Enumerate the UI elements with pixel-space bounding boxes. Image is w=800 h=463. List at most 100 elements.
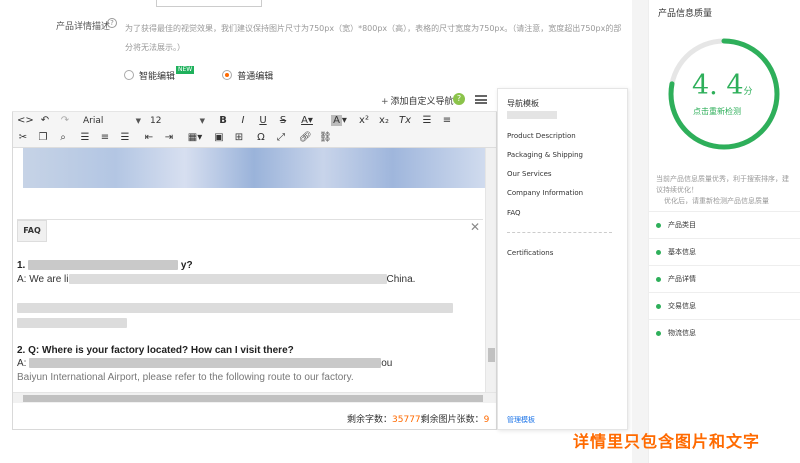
source-code-icon[interactable]: <> <box>17 114 34 128</box>
copy-icon[interactable]: ❐ <box>37 131 49 145</box>
remaining-counter: 剩余字数：35777剩余图片张数：9 <box>347 412 489 425</box>
horizontal-scrollbar[interactable] <box>13 392 496 403</box>
help-icon[interactable]: ? <box>107 18 117 28</box>
nav-item-company-information[interactable]: Company Information <box>507 189 583 197</box>
quality-item-label: 交易信息 <box>668 302 696 310</box>
blurred-text <box>28 260 179 271</box>
align-left-icon[interactable]: ☰ <box>79 131 91 145</box>
quality-item-details[interactable]: 产品详情 <box>648 265 800 292</box>
strikethrough-icon[interactable]: S <box>277 114 289 128</box>
underline-icon[interactable]: U <box>257 114 269 128</box>
unlink-icon[interactable]: ⛓︎ <box>319 131 332 145</box>
quality-hint: 当前产品信息质量优秀，利于搜索排序，建议持续优化！ 优化后，请重新检测产品信息质… <box>656 174 794 207</box>
special-char-icon[interactable]: Ω <box>255 131 267 145</box>
remaining-chars-label: 剩余字数： <box>347 415 393 425</box>
bold-icon[interactable]: B <box>217 114 229 128</box>
font-size-select[interactable]: 12 ▼ <box>150 114 205 128</box>
align-center-icon[interactable]: ≡ <box>99 131 111 145</box>
add-custom-nav-label: 添加自定义导航 <box>390 97 454 107</box>
faq-paragraph-blurred-2 <box>17 318 127 329</box>
quality-item-label: 基本信息 <box>668 248 696 256</box>
nav-template-title: 导航模板 <box>507 99 539 108</box>
bullet-list-icon[interactable]: ☰ <box>421 114 433 128</box>
quality-score-unit: 分 <box>743 87 753 97</box>
normal-edit-label[interactable]: 普通编辑 <box>237 69 273 82</box>
faq-question-1: 1. y? <box>17 260 193 271</box>
quality-item-basic-info[interactable]: 基本信息 <box>648 238 800 265</box>
description-hint-text: 为了获得最佳的视觉效果，我们建议保持图片尺寸为750px（宽）*800px（高）… <box>125 24 622 52</box>
font-color-icon[interactable]: A▾ <box>297 114 317 128</box>
nav-item-packaging-shipping[interactable]: Packaging & Shipping <box>507 151 583 159</box>
quality-item-trade-info[interactable]: 交易信息 <box>648 292 800 319</box>
normal-edit-radio[interactable] <box>222 70 233 80</box>
background-color-icon[interactable]: A ▾ <box>329 114 349 128</box>
nav-item-certifications[interactable]: Certifications <box>507 249 553 257</box>
caption-overlay: 详情里只包含图片和文字 <box>573 432 761 451</box>
close-icon[interactable]: ✕ <box>470 220 480 234</box>
nav-item-our-services[interactable]: Our Services <box>507 170 552 178</box>
blurred-text <box>507 111 557 119</box>
align-right-icon[interactable]: ☰ <box>119 131 131 145</box>
a2-prefix: A: <box>17 358 30 369</box>
italic-icon[interactable]: I <box>237 114 249 128</box>
top-input-stub <box>156 0 262 7</box>
cut-icon[interactable]: ✂ <box>17 131 29 145</box>
a2-suffix: ou <box>381 358 393 369</box>
scroll-thumb[interactable] <box>488 348 495 362</box>
media-icon[interactable]: ⊞ <box>233 131 245 145</box>
clear-format-icon[interactable]: Tx <box>399 114 411 128</box>
status-dot <box>656 331 661 336</box>
smart-edit-radio[interactable] <box>124 70 134 80</box>
fullscreen-icon[interactable]: ⤢ <box>275 131 287 145</box>
numbered-list-icon[interactable]: ≡ <box>441 114 453 128</box>
scroll-thumb[interactable] <box>23 395 483 402</box>
table-icon[interactable]: ▦▾ <box>185 131 205 145</box>
quality-item-label: 物流信息 <box>668 329 696 337</box>
q1-prefix: 1. <box>17 260 26 271</box>
manage-templates-link[interactable]: 管理模板 <box>507 415 535 425</box>
q1-suffix: y? <box>180 260 193 271</box>
find-icon[interactable]: ⌕ <box>57 131 69 145</box>
nav-divider <box>507 232 612 233</box>
redo-icon[interactable]: ↷ <box>59 114 71 128</box>
font-family-select[interactable]: Arial ▼ <box>83 114 141 128</box>
quality-score-value: 4. 4 <box>692 70 744 101</box>
font-size-value: 12 <box>150 116 162 126</box>
faq-answer-2-line2: Baiyun International Airport, please ref… <box>17 372 354 383</box>
quality-panel-title: 产品信息质量 <box>658 9 713 19</box>
add-custom-nav-button[interactable]: + 添加自定义导航 <box>381 94 454 107</box>
vertical-scrollbar[interactable] <box>485 148 496 392</box>
remaining-images-value: 9 <box>483 415 490 425</box>
nav-item-product-description[interactable]: Product Description <box>507 132 576 140</box>
a1-prefix: A: We are li <box>17 274 69 285</box>
quality-item-logistics[interactable]: 物流信息 <box>648 319 800 346</box>
subscript-icon[interactable]: x₂ <box>377 114 391 128</box>
product-description-label: 产品详情描述 <box>56 22 111 32</box>
a1-suffix: China. <box>386 274 416 285</box>
smart-edit-label[interactable]: 智能编辑 <box>139 69 175 82</box>
editor-toolbar: <> ↶ ↷ Arial ▼ 12 ▼ B I U S A▾ A ▾ x² x₂ Tx… <box>13 112 496 148</box>
link-icon[interactable]: 🔗︎ <box>299 131 312 145</box>
undo-icon[interactable]: ↶ <box>39 114 51 128</box>
faq-tab: FAQ <box>17 220 47 242</box>
blurred-text <box>17 303 453 314</box>
nav-help-icon[interactable]: ? <box>453 93 465 105</box>
quality-item-label: 产品类目 <box>668 221 696 229</box>
remaining-chars-value: 35777 <box>392 415 421 425</box>
recheck-button[interactable]: 点击重新检测 <box>693 106 741 117</box>
blurred-text <box>29 358 382 369</box>
faq-module <box>17 219 483 243</box>
superscript-icon[interactable]: x² <box>357 114 371 128</box>
quality-score: 4. 4分 <box>692 70 753 101</box>
editor-content[interactable]: FAQ ✕ 1. y? A: We are li China. 2. Q: Whe… <box>13 148 485 392</box>
chevron-down-icon: ▼ <box>135 117 141 125</box>
nav-template-panel: 导航模板 Product Description Packaging & Shi… <box>497 88 628 430</box>
faq-question-2: 2. Q: Where is your factory located? How… <box>17 345 294 356</box>
quality-item-category[interactable]: 产品类目 <box>648 211 800 238</box>
image-icon[interactable]: ▣ <box>213 131 225 145</box>
menu-icon[interactable] <box>475 95 487 104</box>
nav-item-faq[interactable]: FAQ <box>507 209 521 217</box>
indent-icon[interactable]: ⇥ <box>163 131 175 145</box>
outdent-icon[interactable]: ⇤ <box>143 131 155 145</box>
status-dot <box>656 277 661 282</box>
